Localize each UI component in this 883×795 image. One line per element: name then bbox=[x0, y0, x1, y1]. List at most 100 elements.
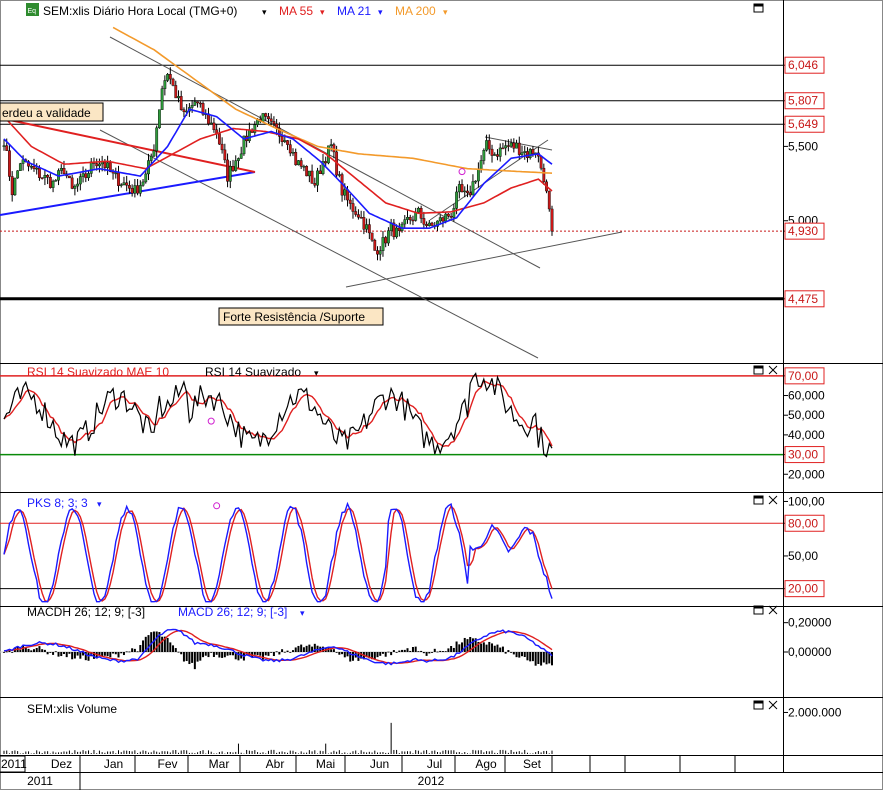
candle[interactable] bbox=[373, 239, 377, 251]
candle[interactable] bbox=[62, 168, 66, 174]
candle[interactable] bbox=[466, 190, 469, 194]
candle[interactable] bbox=[84, 173, 88, 179]
candle[interactable] bbox=[231, 166, 235, 171]
candle[interactable] bbox=[166, 74, 169, 81]
candle[interactable] bbox=[103, 162, 107, 168]
candle[interactable] bbox=[152, 150, 156, 157]
candle[interactable] bbox=[550, 208, 554, 232]
candle[interactable] bbox=[357, 214, 360, 218]
candle[interactable] bbox=[520, 152, 524, 155]
candle[interactable] bbox=[299, 160, 303, 167]
candle[interactable] bbox=[29, 166, 33, 168]
candle[interactable] bbox=[444, 213, 448, 222]
candle[interactable] bbox=[13, 177, 17, 196]
candle[interactable] bbox=[81, 173, 85, 177]
candle[interactable] bbox=[348, 199, 352, 204]
candle[interactable] bbox=[515, 142, 518, 149]
candle[interactable] bbox=[291, 152, 295, 154]
rsi-label[interactable]: RSI 14 Suavizado bbox=[205, 365, 301, 379]
candle[interactable] bbox=[411, 219, 415, 222]
candle[interactable] bbox=[174, 85, 178, 99]
candle[interactable] bbox=[130, 188, 134, 194]
candle[interactable] bbox=[485, 140, 488, 151]
candle[interactable] bbox=[487, 140, 491, 150]
candle[interactable] bbox=[438, 217, 442, 222]
candle[interactable] bbox=[237, 158, 240, 161]
candle[interactable] bbox=[305, 165, 309, 177]
candle[interactable] bbox=[138, 185, 142, 194]
candle[interactable] bbox=[38, 167, 41, 178]
candle[interactable] bbox=[217, 133, 221, 145]
candle[interactable] bbox=[376, 250, 379, 255]
symbol-label[interactable]: SEM:xlis Diário Hora Local (TMG+0) bbox=[43, 4, 237, 18]
candle[interactable] bbox=[247, 129, 251, 142]
candle[interactable] bbox=[125, 182, 129, 186]
candle[interactable] bbox=[329, 144, 333, 147]
candle[interactable] bbox=[272, 121, 276, 124]
candle[interactable] bbox=[283, 140, 287, 142]
symbol-dropdown-icon[interactable]: ▾ bbox=[262, 7, 267, 17]
candle[interactable] bbox=[367, 224, 371, 234]
candle[interactable] bbox=[504, 145, 508, 149]
candle[interactable] bbox=[40, 177, 44, 179]
rsi-label-mae[interactable]: RSI 14 Suavizado MAE 10 bbox=[27, 365, 169, 379]
candle[interactable] bbox=[365, 224, 369, 230]
candle[interactable] bbox=[51, 180, 55, 188]
candle[interactable] bbox=[70, 177, 74, 189]
candle[interactable] bbox=[354, 211, 358, 215]
candle[interactable] bbox=[144, 173, 148, 183]
candle[interactable] bbox=[310, 170, 314, 184]
volume-label[interactable]: SEM:xlis Volume bbox=[27, 702, 117, 716]
candle[interactable] bbox=[122, 182, 126, 185]
ma200-label[interactable]: MA 200 bbox=[395, 4, 436, 18]
candle[interactable] bbox=[471, 181, 475, 196]
candle[interactable] bbox=[18, 163, 22, 171]
candle[interactable] bbox=[43, 175, 47, 179]
candle[interactable] bbox=[117, 172, 120, 186]
candle[interactable] bbox=[528, 149, 532, 159]
candle[interactable] bbox=[155, 127, 159, 152]
candle[interactable] bbox=[547, 190, 551, 210]
candle[interactable] bbox=[106, 162, 110, 168]
candle[interactable] bbox=[332, 144, 336, 153]
candle[interactable] bbox=[460, 184, 464, 192]
candle[interactable] bbox=[479, 160, 483, 169]
candle[interactable] bbox=[463, 190, 467, 193]
candle[interactable] bbox=[474, 180, 478, 183]
candle[interactable] bbox=[128, 185, 131, 189]
ma200-dropdown-icon[interactable]: ▾ bbox=[443, 7, 448, 17]
candle[interactable] bbox=[261, 113, 265, 122]
candle[interactable] bbox=[425, 224, 428, 226]
candle[interactable] bbox=[141, 181, 145, 186]
candle[interactable] bbox=[280, 136, 284, 142]
candle[interactable] bbox=[324, 161, 328, 164]
candle[interactable] bbox=[100, 162, 104, 165]
candle[interactable] bbox=[316, 170, 319, 186]
candle[interactable] bbox=[59, 168, 63, 171]
pks-dropdown-icon[interactable]: ▾ bbox=[97, 499, 102, 509]
candle[interactable] bbox=[539, 155, 543, 169]
candle[interactable] bbox=[223, 149, 227, 161]
macd-label[interactable]: MACD 26; 12; 9; [-3] bbox=[178, 605, 287, 619]
candle[interactable] bbox=[171, 78, 175, 86]
candle[interactable] bbox=[381, 237, 385, 251]
candle[interactable] bbox=[307, 170, 311, 177]
candle[interactable] bbox=[5, 145, 9, 151]
ma55-dropdown-icon[interactable]: ▾ bbox=[320, 7, 325, 17]
candle[interactable] bbox=[351, 203, 355, 212]
candle[interactable] bbox=[190, 105, 194, 108]
candle[interactable] bbox=[2, 145, 6, 147]
candle[interactable] bbox=[48, 176, 52, 188]
candle[interactable] bbox=[267, 116, 270, 120]
candle[interactable] bbox=[531, 149, 535, 154]
candle[interactable] bbox=[163, 80, 167, 89]
ma21-label[interactable]: MA 21 bbox=[337, 4, 371, 18]
candle[interactable] bbox=[269, 118, 273, 122]
candle[interactable] bbox=[160, 88, 164, 110]
candle[interactable] bbox=[457, 184, 461, 193]
candle[interactable] bbox=[46, 175, 50, 178]
candle[interactable] bbox=[302, 165, 306, 168]
candle[interactable] bbox=[384, 237, 388, 244]
candle[interactable] bbox=[403, 219, 407, 225]
rsi-dropdown-icon[interactable]: ▾ bbox=[314, 368, 319, 378]
